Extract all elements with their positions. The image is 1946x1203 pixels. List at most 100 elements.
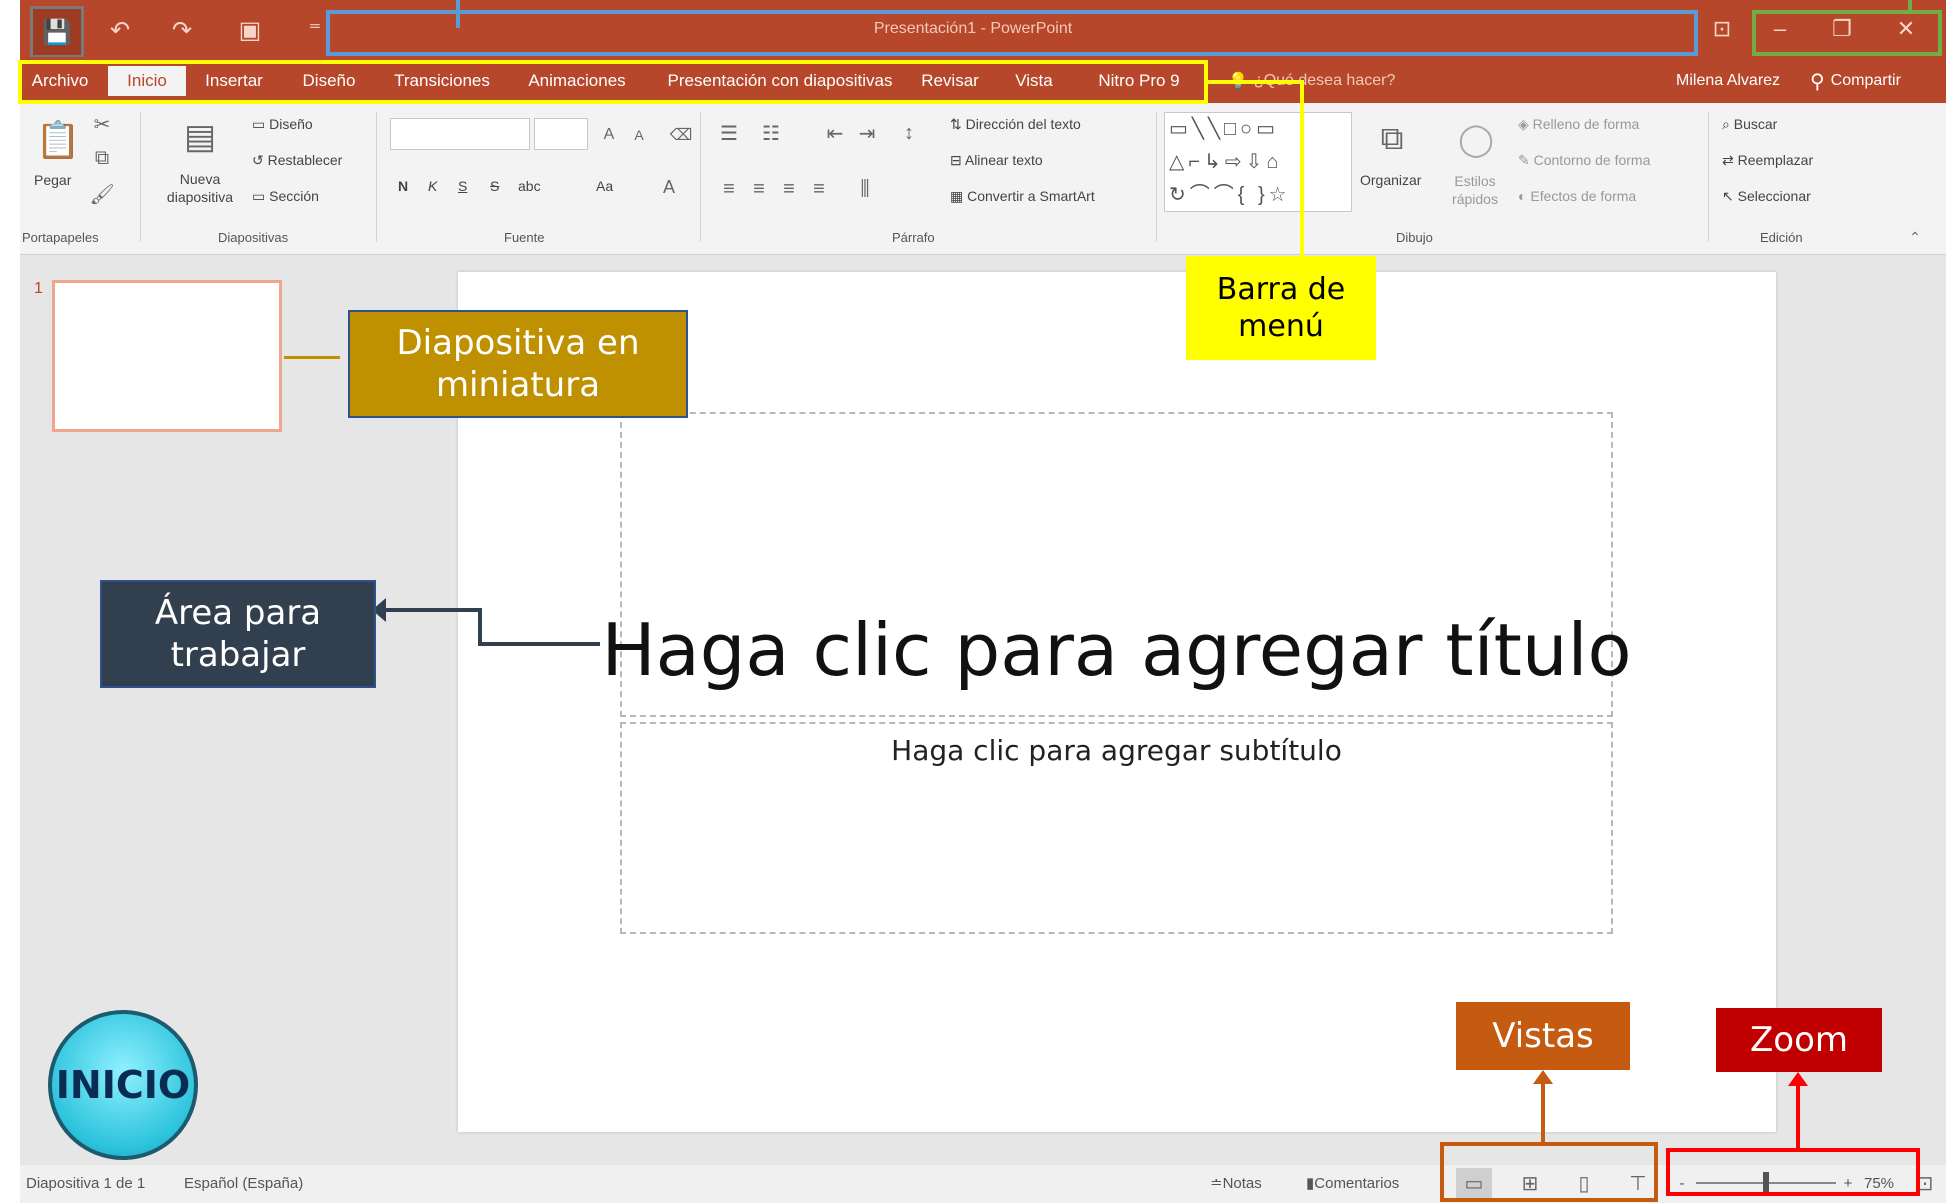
home-badge-button[interactable]: INICIO: [48, 1010, 198, 1160]
user-name[interactable]: Milena Alvarez: [1676, 66, 1780, 96]
ribbon-display-options-icon[interactable]: ⊡: [1700, 8, 1744, 50]
menu-bar-pointer-v: [1300, 80, 1304, 256]
views-arrowhead: [1533, 1070, 1553, 1084]
paste-label[interactable]: Pegar: [34, 172, 71, 188]
share-button[interactable]: ⚲ Compartir: [1810, 66, 1901, 96]
language-indicator[interactable]: Español (España): [184, 1168, 303, 1198]
new-slide-icon[interactable]: ▤: [176, 110, 224, 164]
cursor-icon: ↖: [1722, 188, 1738, 204]
paste-icon[interactable]: 📋: [36, 112, 81, 168]
shape-outline-label: Contorno de forma: [1533, 152, 1651, 168]
smartart-button[interactable]: ▦ Convertir a SmartArt: [950, 188, 1095, 205]
replace-button[interactable]: ⇄ Reemplazar: [1722, 152, 1813, 169]
text-direction-label: Dirección del texto: [965, 116, 1081, 132]
clear-format-icon[interactable]: ⌫: [668, 122, 694, 148]
shrink-font-icon[interactable]: A: [626, 122, 652, 148]
font-color-icon[interactable]: A: [656, 174, 682, 200]
justify-icon[interactable]: ≡: [806, 176, 832, 202]
align-right-icon[interactable]: ≡: [776, 176, 802, 202]
zoom-arrowhead: [1788, 1072, 1808, 1086]
decrease-indent-icon[interactable]: ⇤: [822, 120, 848, 146]
group-label-slides: Diapositivas: [218, 230, 289, 245]
layout-button[interactable]: ▭ Diseño: [252, 116, 313, 133]
redo-icon[interactable]: ↷: [162, 10, 202, 50]
line-spacing-icon[interactable]: ↕: [896, 120, 922, 146]
reset-button[interactable]: ↺ Restablecer: [252, 152, 342, 169]
align-text-icon: ⊟: [950, 152, 965, 168]
arrange-icon[interactable]: ⧉: [1370, 112, 1414, 166]
columns-icon[interactable]: ⫼: [852, 176, 878, 202]
shapes-gallery[interactable]: ▭╲╲□○▭ △⌐↳⇨⇩⌂ ↻⌒⌒{ }☆: [1164, 112, 1352, 212]
undo-icon[interactable]: ↶: [100, 10, 140, 50]
align-left-icon[interactable]: ≡: [716, 176, 742, 202]
replace-icon: ⇄: [1722, 152, 1738, 168]
notes-icon: ≐: [1210, 1175, 1223, 1192]
title-placeholder-text[interactable]: Haga clic para agregar título: [601, 600, 1631, 700]
font-name-select[interactable]: [390, 118, 530, 150]
section-label: Sección: [269, 188, 319, 204]
font-size-select[interactable]: [534, 118, 588, 150]
replace-label: Reemplazar: [1737, 152, 1814, 168]
increase-indent-icon[interactable]: ⇥: [854, 120, 880, 146]
title-bar-highlight: [326, 10, 1698, 56]
new-slide-label[interactable]: Nueva diapositiva: [150, 170, 250, 206]
format-painter-icon[interactable]: 🖌: [89, 182, 114, 206]
align-text-button[interactable]: ⊟ Alinear texto: [950, 152, 1043, 169]
copy-icon[interactable]: ⧉: [90, 146, 114, 170]
find-button[interactable]: ⌕ Buscar: [1722, 116, 1777, 133]
change-case-button[interactable]: Aa: [596, 178, 613, 194]
bullets-icon[interactable]: ☰: [716, 120, 742, 146]
find-label: Buscar: [1733, 116, 1778, 132]
strikethrough-button[interactable]: S: [490, 178, 499, 194]
text-direction-button[interactable]: ⇅ Dirección del texto: [950, 116, 1081, 133]
quick-styles-label[interactable]: Estilos rápidos: [1438, 172, 1512, 208]
subtitle-placeholder-text[interactable]: Haga clic para agregar subtítulo: [620, 728, 1613, 772]
work-area-pointer-3: [478, 642, 600, 646]
align-center-icon[interactable]: ≡: [746, 176, 772, 202]
paint-bucket-icon: ◈: [1518, 116, 1533, 132]
quick-styles-icon[interactable]: ◯: [1454, 112, 1498, 166]
collapse-ribbon-icon[interactable]: ⌃: [1904, 226, 1926, 248]
zoom-highlight: [1666, 1148, 1920, 1196]
underline-button[interactable]: S: [458, 178, 467, 194]
smartart-label: Convertir a SmartArt: [967, 188, 1095, 204]
cut-icon[interactable]: ✂: [90, 112, 114, 136]
window-controls-highlight: [1752, 10, 1942, 56]
bold-button[interactable]: N: [398, 178, 408, 194]
comments-button[interactable]: ▮ Comentarios: [1306, 1168, 1399, 1198]
thumbnail-callout: Diapositiva en miniatura: [348, 310, 688, 418]
person-icon: ⚲: [1810, 70, 1825, 93]
layout-icon: ▭: [252, 116, 270, 132]
select-button[interactable]: ↖ Seleccionar: [1722, 188, 1811, 205]
thumbnail-pointer: [284, 356, 340, 359]
ribbon-separator: [700, 112, 701, 242]
section-button[interactable]: ▭ Sección: [252, 188, 319, 205]
shape-effects-label: Efectos de forma: [1530, 188, 1637, 204]
slide-thumbnail[interactable]: [52, 280, 282, 432]
shape-fill-label: Relleno de forma: [1532, 116, 1640, 132]
work-area-pointer-1: [382, 608, 482, 612]
section-icon: ▭: [252, 188, 270, 204]
slide-count: Diapositiva 1 de 1: [26, 1174, 146, 1192]
save-icon[interactable]: 💾: [30, 6, 84, 58]
italic-button[interactable]: K: [428, 178, 437, 194]
effects-icon: ◐: [1518, 188, 1531, 204]
arrange-label[interactable]: Organizar: [1360, 172, 1421, 188]
thumbnail-number: 1: [34, 280, 43, 297]
shape-fill-button[interactable]: ◈ Relleno de forma: [1518, 116, 1639, 133]
group-label-clipboard: Portapapeles: [22, 230, 99, 245]
comments-label: Comentarios: [1314, 1174, 1400, 1192]
grow-font-icon[interactable]: A: [596, 122, 622, 148]
reset-label: Restablecer: [267, 152, 343, 168]
views-pointer: [1541, 1080, 1545, 1144]
search-icon: ⌕: [1722, 116, 1734, 132]
numbering-icon[interactable]: ☷: [758, 120, 784, 146]
select-label: Seleccionar: [1737, 188, 1811, 204]
shape-outline-button[interactable]: ✎ Contorno de forma: [1518, 152, 1650, 169]
notes-button[interactable]: ≐ Notas: [1210, 1168, 1262, 1198]
group-label-editing: Edición: [1760, 230, 1803, 245]
shape-effects-button[interactable]: ◐ Efectos de forma: [1518, 188, 1636, 204]
pencil-icon: ✎: [1518, 152, 1534, 168]
char-spacing-button[interactable]: abc: [518, 178, 541, 194]
present-icon[interactable]: ▣: [230, 10, 270, 50]
